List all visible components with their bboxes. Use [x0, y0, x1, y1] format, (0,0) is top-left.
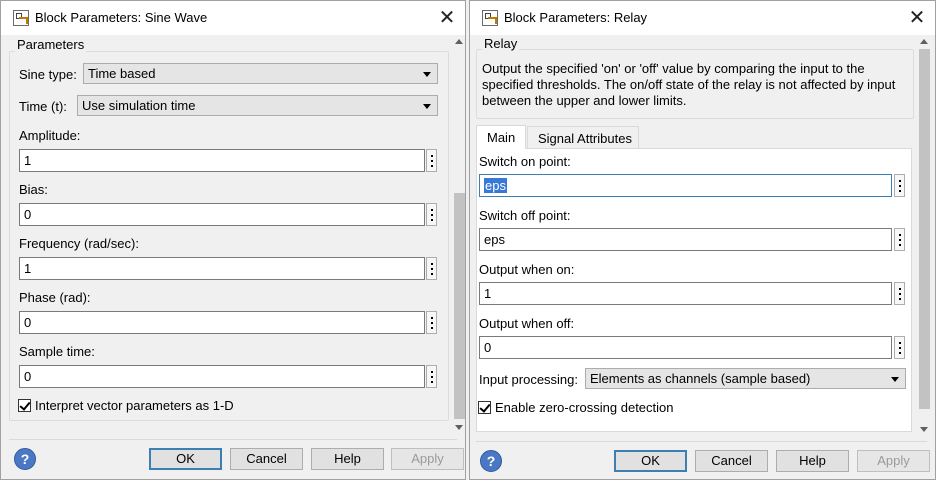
time-value: Use simulation time — [82, 98, 196, 113]
input-processing-label: Input processing: — [479, 372, 579, 387]
chevron-down-icon — [891, 377, 899, 382]
vertical-ellipsis-icon[interactable] — [894, 174, 905, 197]
close-icon[interactable]: ✕ — [435, 5, 459, 29]
help-button[interactable]: Help — [311, 448, 384, 470]
sine-type-value: Time based — [88, 66, 156, 81]
window-title: Block Parameters: Relay — [504, 10, 648, 25]
vertical-ellipsis-icon[interactable] — [426, 365, 437, 388]
scroll-up-icon[interactable] — [920, 39, 928, 44]
bias-label: Bias: — [19, 182, 48, 197]
interpret-label: Interpret vector parameters as 1-D — [35, 398, 234, 413]
output-on-field[interactable]: 1 — [479, 282, 892, 305]
title-bar[interactable]: Block Parameters: Sine Wave ✕ — [1, 1, 465, 35]
simulink-block-icon — [482, 10, 498, 26]
window-title: Block Parameters: Sine Wave — [35, 10, 208, 25]
scroll-up-icon[interactable] — [455, 39, 463, 44]
interpret-checkbox[interactable] — [18, 399, 31, 412]
vertical-ellipsis-icon[interactable] — [894, 228, 905, 251]
vertical-scrollbar[interactable] — [451, 35, 465, 435]
amplitude-label: Amplitude: — [19, 128, 81, 143]
help-icon[interactable]: ? — [480, 450, 502, 472]
switch-on-label: Switch on point: — [479, 154, 571, 169]
group-label: Parameters — [15, 37, 87, 52]
output-off-label: Output when off: — [479, 316, 575, 331]
frequency-label: Frequency (rad/sec): — [19, 236, 139, 251]
scrollbar-thumb[interactable] — [919, 49, 930, 409]
zero-crossing-checkbox[interactable] — [478, 401, 491, 414]
tab-signal-attributes[interactable]: Signal Attributes — [527, 126, 639, 148]
scroll-down-icon[interactable] — [455, 425, 463, 430]
sine-type-dropdown[interactable]: Time based — [83, 63, 438, 84]
help-icon[interactable]: ? — [14, 448, 36, 470]
frequency-field[interactable]: 1 — [19, 257, 425, 280]
bias-field[interactable]: 0 — [19, 203, 425, 226]
ok-button[interactable]: OK — [149, 448, 222, 470]
vertical-ellipsis-icon[interactable] — [426, 203, 437, 226]
vertical-scrollbar[interactable] — [916, 35, 933, 437]
apply-button[interactable]: Apply — [391, 448, 464, 470]
vertical-ellipsis-icon[interactable] — [426, 311, 437, 334]
scrollbar-thumb[interactable] — [454, 193, 465, 419]
help-button[interactable]: Help — [776, 450, 849, 472]
group-label: Relay — [482, 36, 520, 51]
apply-button[interactable]: Apply — [857, 450, 930, 472]
simulink-block-icon — [13, 10, 29, 26]
sine-wave-dialog: Block Parameters: Sine Wave ✕ Parameters… — [0, 0, 466, 480]
chevron-down-icon — [423, 104, 431, 109]
button-separator — [476, 441, 927, 442]
ok-button[interactable]: OK — [614, 450, 687, 472]
vertical-ellipsis-icon[interactable] — [894, 282, 905, 305]
relay-dialog: Block Parameters: Relay ✕ Relay Output t… — [469, 0, 936, 480]
sample-time-field[interactable]: 0 — [19, 365, 425, 388]
switch-on-field[interactable]: eps — [479, 174, 892, 197]
sample-time-label: Sample time: — [19, 344, 95, 359]
switch-on-value: eps — [484, 178, 507, 193]
output-off-field[interactable]: 0 — [479, 336, 892, 359]
switch-off-label: Switch off point: — [479, 208, 571, 223]
input-processing-dropdown[interactable]: Elements as channels (sample based) — [585, 368, 906, 389]
scroll-down-icon[interactable] — [920, 427, 928, 432]
vertical-ellipsis-icon[interactable] — [426, 149, 437, 172]
phase-field[interactable]: 0 — [19, 311, 425, 334]
amplitude-field[interactable]: 1 — [19, 149, 425, 172]
chevron-down-icon — [423, 72, 431, 77]
time-dropdown[interactable]: Use simulation time — [77, 95, 438, 116]
vertical-ellipsis-icon[interactable] — [894, 336, 905, 359]
output-on-label: Output when on: — [479, 262, 575, 277]
cancel-button[interactable]: Cancel — [695, 450, 768, 472]
tab-main[interactable]: Main — [476, 125, 526, 149]
relay-description: Output the specified 'on' or 'off' value… — [482, 61, 896, 108]
zero-crossing-label: Enable zero-crossing detection — [495, 400, 674, 415]
title-bar[interactable]: Block Parameters: Relay ✕ — [470, 1, 935, 35]
switch-off-field[interactable]: eps — [479, 228, 892, 251]
vertical-ellipsis-icon[interactable] — [426, 257, 437, 280]
button-separator — [9, 439, 457, 440]
sine-type-label: Sine type: — [19, 67, 77, 82]
phase-label: Phase (rad): — [19, 290, 91, 305]
cancel-button[interactable]: Cancel — [230, 448, 303, 470]
close-icon[interactable]: ✕ — [905, 5, 929, 29]
input-processing-value: Elements as channels (sample based) — [590, 371, 811, 386]
time-label: Time (t): — [19, 99, 67, 114]
